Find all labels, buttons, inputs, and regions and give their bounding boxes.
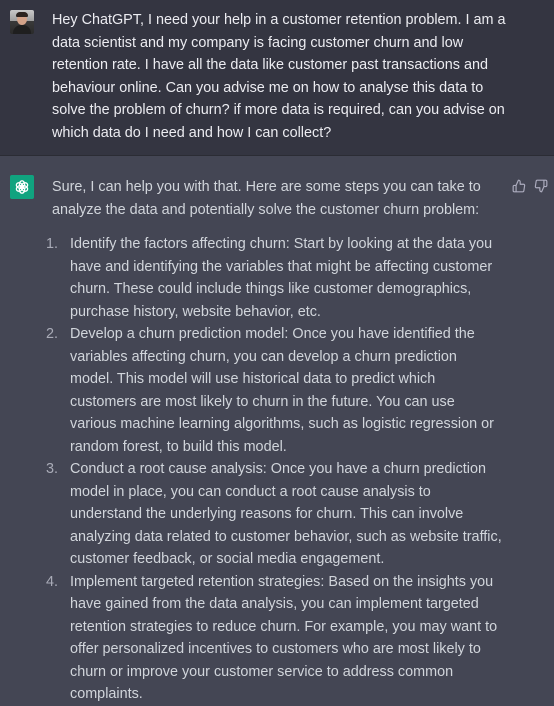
list-item-number: 1. — [46, 236, 59, 252]
user-message: Hey ChatGPT, I need your help in a custo… — [0, 0, 554, 156]
user-avatar — [10, 10, 34, 34]
avatar-hair — [16, 12, 28, 17]
user-message-text: Hey ChatGPT, I need your help in a custo… — [52, 12, 506, 141]
list-item-number: 3. — [46, 461, 59, 477]
assistant-message: Sure, I can help you with that. Here are… — [0, 156, 554, 702]
assistant-avatar — [10, 175, 34, 199]
openai-logo-icon — [15, 180, 29, 194]
list-item: 1. Identify the factors affecting churn:… — [46, 233, 502, 323]
list-item: 3. Conduct a root cause analysis: Once y… — [46, 458, 502, 571]
list-item: 2. Develop a churn prediction model: Onc… — [46, 323, 502, 458]
avatar-body — [13, 25, 31, 34]
list-item: 4. Implement targeted retention strategi… — [46, 571, 502, 706]
list-item-text: Conduct a root cause analysis: Once you … — [70, 461, 502, 567]
list-item-text: Identify the factors affecting churn: St… — [70, 236, 493, 320]
list-item-text: Develop a churn prediction model: Once y… — [70, 326, 494, 455]
steps-list: 1. Identify the factors affecting churn:… — [46, 233, 502, 706]
list-item-text: Implement targeted retention strategies:… — [70, 573, 498, 703]
assistant-message-text: Sure, I can help you with that. Here are… — [46, 176, 502, 706]
thumbs-down-button[interactable] — [533, 178, 549, 194]
list-item-number: 2. — [46, 326, 59, 342]
thumbs-up-icon — [512, 179, 526, 193]
list-item-number: 4. — [46, 573, 59, 590]
thumbs-down-icon — [534, 179, 548, 193]
assistant-intro: Sure, I can help you with that. Here are… — [52, 179, 481, 218]
thumbs-up-button[interactable] — [511, 178, 527, 194]
